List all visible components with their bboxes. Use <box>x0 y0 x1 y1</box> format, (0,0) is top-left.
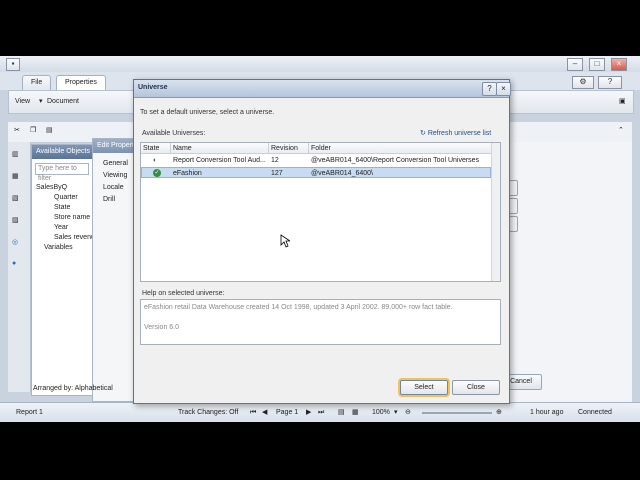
props-general[interactable]: General <box>103 159 128 169</box>
check-icon: ✓ <box>153 169 161 177</box>
first-page-icon[interactable]: ⏮ <box>250 408 256 418</box>
universe-help-box: eFashion retail Data Warehouse created 1… <box>140 299 501 345</box>
refresh-icon: ↻ <box>420 130 426 137</box>
document-icon[interactable]: ▥ <box>12 150 26 164</box>
view-dropdown-icon[interactable]: ▾ <box>39 97 43 107</box>
format-icon[interactable]: ▣ <box>619 97 626 107</box>
universe-name: eFashion <box>173 170 202 177</box>
universe-row[interactable]: ◐ Report Conversion Tool Aud... 12 @veAB… <box>141 155 491 166</box>
minimize-button[interactable]: – <box>567 58 583 71</box>
draft-view-icon[interactable]: ▦ <box>352 408 359 418</box>
help-description: eFashion retail Data Warehouse created 1… <box>144 304 453 311</box>
dialog-title: Universe <box>138 84 168 91</box>
filter-input[interactable]: Type here to filter <box>35 163 89 182</box>
settings-icon[interactable]: ⚙ <box>572 76 594 89</box>
refresh-universe-list-link[interactable]: ↻ Refresh universe list <box>420 129 491 139</box>
prev-page-icon[interactable]: ◀ <box>262 408 267 418</box>
track-changes-label: Track Changes: Off <box>178 409 239 416</box>
next-page-icon[interactable]: ▶ <box>306 408 311 418</box>
report-tab[interactable]: Report 1 <box>16 408 43 418</box>
help-menu-icon[interactable]: ? <box>598 76 622 89</box>
universe-revision: 12 <box>271 157 279 164</box>
props-drill[interactable]: Drill <box>103 195 115 205</box>
tab-file[interactable]: File <box>22 75 52 90</box>
select-button[interactable]: Select <box>400 380 448 395</box>
globe-icon[interactable]: ● <box>12 260 26 274</box>
connection-status: Connected <box>578 409 612 416</box>
props-viewing[interactable]: Viewing <box>103 171 127 181</box>
universe-list: State Name Revision Folder ◐ Report Conv… <box>140 142 501 282</box>
mouse-cursor-icon <box>280 234 290 248</box>
close-icon[interactable]: × <box>496 82 511 96</box>
list-scrollbar[interactable] <box>491 143 500 281</box>
collapse-icon[interactable]: ⌃ <box>618 126 624 136</box>
panel-header: Available Objects <box>32 145 92 159</box>
help-icon[interactable]: ? <box>482 82 497 96</box>
refresh-time: 1 hour ago <box>530 409 564 416</box>
arranged-by-label: Arranged by: Alphabetical <box>33 385 113 392</box>
column-header-revision[interactable]: Revision <box>269 143 309 154</box>
help-label: Help on selected universe: <box>142 290 225 297</box>
zoom-in-icon[interactable]: ⊕ <box>496 408 502 418</box>
props-locale[interactable]: Locale <box>103 183 124 193</box>
universe-folder: @veABR014_6400\ <box>311 170 373 177</box>
loading-icon: ◐ <box>153 157 158 164</box>
page-view-icon[interactable]: ▤ <box>338 408 345 418</box>
column-header-state[interactable]: State <box>141 143 171 154</box>
zoom-out-icon[interactable]: ⊖ <box>405 408 411 418</box>
page-indicator: Page 1 <box>276 409 299 416</box>
maximize-button[interactable]: □ <box>589 58 605 71</box>
tree-item[interactable]: State <box>54 203 70 213</box>
document-menu[interactable]: Document <box>47 97 79 107</box>
navigation-map-icon[interactable]: ◎ <box>12 238 26 252</box>
copy-icon[interactable]: ❐ <box>30 126 36 136</box>
tree-item[interactable]: Quarter <box>54 193 78 203</box>
data-icon[interactable]: ▧ <box>12 194 26 208</box>
tree-item[interactable]: Year <box>54 223 68 233</box>
column-header-folder[interactable]: Folder <box>309 143 492 154</box>
close-window-button[interactable]: × <box>611 58 627 71</box>
available-objects-panel: Available Objects Type here to filter Sa… <box>31 144 99 396</box>
dialog-titlebar: Universe ? × <box>134 80 511 98</box>
tree-item[interactable]: Store name <box>54 213 90 223</box>
structure-icon[interactable]: ▦ <box>12 172 26 186</box>
instruction-text: To set a default universe, select a univ… <box>140 109 275 116</box>
cut-icon[interactable]: ✂ <box>14 126 20 136</box>
available-universes-label: Available Universes: <box>142 130 206 137</box>
universe-row-selected[interactable]: ✓ eFashion 127 @veABR014_6400\ <box>141 167 491 178</box>
zoom-slider[interactable] <box>422 412 492 414</box>
column-header-name[interactable]: Name <box>171 143 269 154</box>
window-titlebar: ▪ – □ × <box>0 56 640 73</box>
tree-item[interactable]: SalesByQ <box>36 183 67 193</box>
universe-name: Report Conversion Tool Aud... <box>173 157 266 164</box>
filter-icon[interactable]: ▨ <box>12 216 26 230</box>
zoom-dropdown-icon[interactable]: ▾ <box>394 408 398 418</box>
view-menu[interactable]: View <box>15 97 30 107</box>
last-page-icon[interactable]: ⏭ <box>318 408 324 418</box>
universe-revision: 127 <box>271 170 283 177</box>
tab-properties[interactable]: Properties <box>56 75 106 90</box>
status-bar: Report 1 Track Changes: Off ⏮ ◀ Page 1 ▶… <box>0 402 640 422</box>
universe-folder: @veABR014_6400\Report Conversion Tool Un… <box>311 157 480 164</box>
close-button[interactable]: Close <box>452 380 500 395</box>
tree-item[interactable]: Variables <box>44 243 73 253</box>
report-area <box>510 142 632 402</box>
app-icon[interactable]: ▪ <box>6 58 20 71</box>
zoom-level[interactable]: 100% <box>372 408 390 418</box>
help-version: Version 6.0 <box>144 324 180 331</box>
universe-dialog: Universe ? × To set a default universe, … <box>133 79 511 404</box>
paste-icon[interactable]: ▤ <box>46 126 53 136</box>
side-navigation: ▥ ▦ ▧ ▨ ◎ ● <box>8 142 31 392</box>
